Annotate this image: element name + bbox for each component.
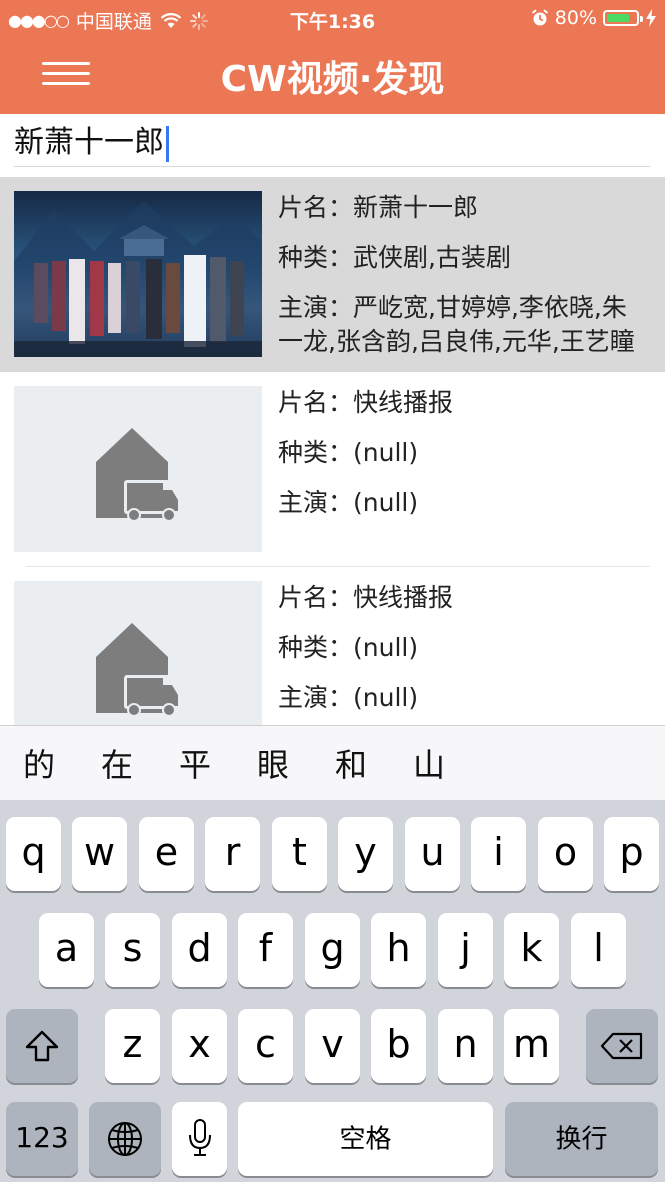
alarm-clock-icon [531,9,548,26]
key-b[interactable]: b [371,1009,426,1083]
search-input-value: 新萧十一郎 [14,125,164,160]
key-a[interactable]: a [39,913,94,987]
key-o[interactable]: o [538,817,593,891]
key-p[interactable]: p [604,817,659,891]
candidate-word[interactable]: 眼 [234,740,312,786]
key-v[interactable]: v [305,1009,360,1083]
result-info: 片名：快线播报 种类：(null) 主演：(null) [278,386,453,536]
globe-key[interactable] [89,1102,161,1176]
space-key[interactable]: 空格 [238,1102,493,1176]
shift-arrow-icon [25,1030,59,1062]
key-u[interactable]: u [405,817,460,891]
key-w[interactable]: w [72,817,127,891]
key-j[interactable]: j [438,913,493,987]
key-e[interactable]: e [139,817,194,891]
battery-level-fill [607,14,629,22]
candidate-word[interactable]: 和 [312,740,390,786]
key-q[interactable]: q [6,817,61,891]
placeholder-thumbnail [14,581,262,725]
shift-key[interactable] [6,1009,78,1083]
video-cast: (null) [353,683,419,712]
status-bar: ●●●○○ 中国联通 下午1:36 80% [0,0,665,38]
genre-label: 种类： [278,633,354,662]
result-item[interactable]: 片名：新萧十一郎 种类：武侠剧,古装剧 主演：严屹宽,甘婷婷,李依晓,朱一龙,张… [0,177,665,372]
search-input[interactable]: 新萧十一郎 [14,120,650,167]
backspace-icon [600,1032,643,1060]
numbers-key[interactable]: 123 [6,1102,78,1176]
result-info: 片名：快线播报 种类：(null) 主演：(null) [278,581,453,725]
warehouse-truck-icon [96,428,178,522]
result-item[interactable]: 片名：快线播报 种类：(null) 主演：(null) [0,567,665,725]
key-l[interactable]: l [571,913,626,987]
backspace-key[interactable] [586,1009,658,1083]
key-s[interactable]: s [105,913,160,987]
page-title: CW视频·发现 [220,59,445,100]
genre-label: 种类： [278,438,354,467]
key-t[interactable]: t [272,817,327,891]
ime-candidate-bar: 的 在 平 眼 和 山 [0,725,665,801]
video-poster-image [14,191,262,357]
candidate-word[interactable]: 山 [390,740,468,786]
video-title: 快线播报 [353,388,454,417]
key-z[interactable]: z [105,1009,160,1083]
key-c[interactable]: c [238,1009,293,1083]
microphone-key[interactable] [172,1102,227,1176]
cast-label: 主演： [278,488,354,517]
title-label: 片名： [278,583,354,612]
result-item[interactable]: 片名：快线播报 种类：(null) 主演：(null) [0,372,665,566]
placeholder-thumbnail [14,386,262,552]
video-title: 新萧十一郎 [353,193,479,222]
charging-bolt-icon [646,9,656,27]
key-n[interactable]: n [438,1009,493,1083]
top-bar: ●●●○○ 中国联通 下午1:36 80% CW视频·发现 [0,0,665,114]
key-r[interactable]: r [205,817,260,891]
video-title: 快线播报 [353,583,454,612]
text-cursor [166,125,169,162]
key-k[interactable]: k [504,913,559,987]
cast-label: 主演： [278,293,354,322]
key-d[interactable]: d [172,913,227,987]
key-h[interactable]: h [371,913,426,987]
battery-percentage: 80% [554,7,597,29]
candidate-word[interactable]: 的 [0,740,78,786]
key-m[interactable]: m [504,1009,559,1083]
key-f[interactable]: f [238,913,293,987]
microphone-icon [189,1119,211,1156]
title-label: 片名： [278,388,354,417]
battery-icon [603,10,643,26]
warehouse-truck-icon [96,623,178,717]
video-cast: (null) [353,488,419,517]
video-genre: (null) [353,438,419,467]
genre-label: 种类： [278,243,354,272]
key-i[interactable]: i [471,817,526,891]
key-g[interactable]: g [305,913,360,987]
globe-icon [108,1122,142,1156]
return-key[interactable]: 换行 [505,1102,658,1176]
video-genre: 武侠剧,古装剧 [353,243,511,272]
result-info: 片名：新萧十一郎 种类：武侠剧,古装剧 主演：严屹宽,甘婷婷,李依晓,朱一龙,张… [278,191,650,359]
cast-label: 主演： [278,683,354,712]
candidate-word[interactable]: 平 [156,740,234,786]
key-x[interactable]: x [172,1009,227,1083]
keyboard: q w e r t y u i o p a s d f g h j k l z … [0,800,665,1182]
candidate-word[interactable]: 在 [78,740,156,786]
key-y[interactable]: y [338,817,393,891]
title-label: 片名： [278,193,354,222]
video-genre: (null) [353,633,419,662]
